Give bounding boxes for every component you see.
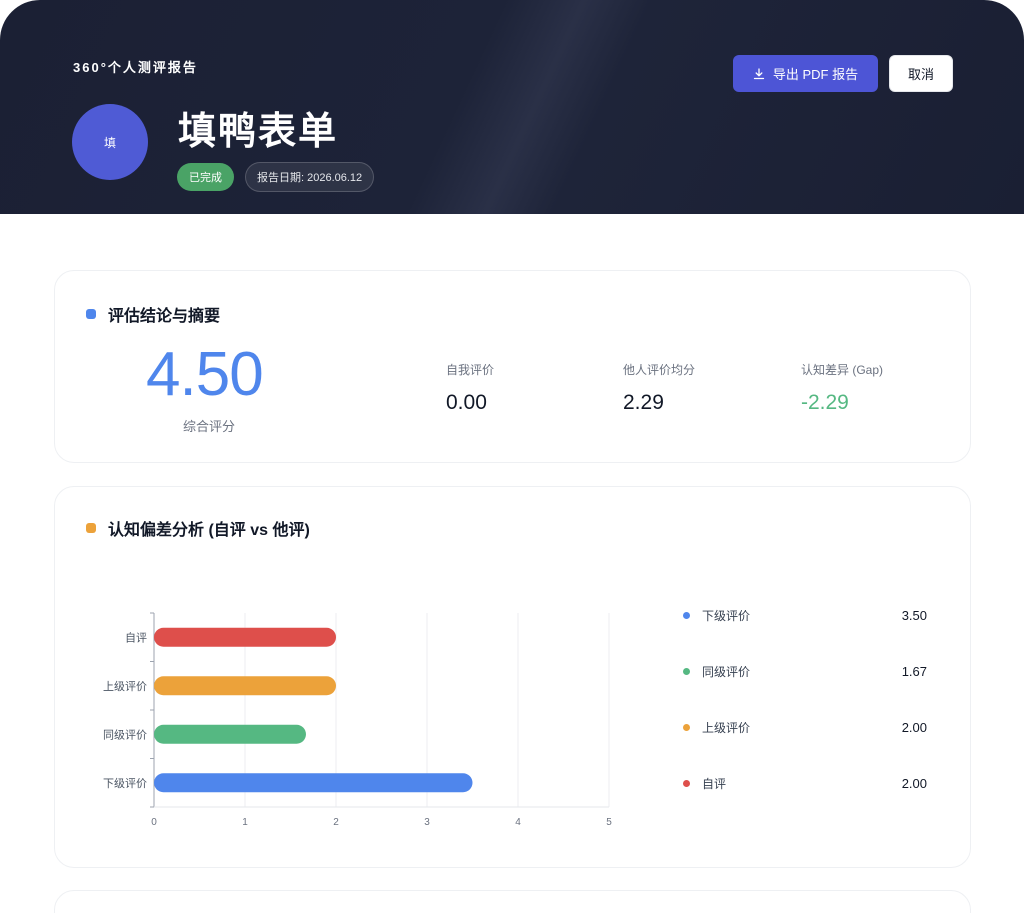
summary-title-text: 评估结论与摘要 xyxy=(108,308,221,325)
legend-item-superior: 上级评价 2.00 xyxy=(683,719,927,736)
category-label: 下级评价 xyxy=(103,777,147,790)
metric-label: 他人评价均分 xyxy=(623,363,696,377)
x-tick-label: 0 xyxy=(151,817,157,828)
metric-value: 0.00 xyxy=(446,391,487,414)
status-badge-label: 已完成 xyxy=(189,172,222,184)
x-tick-label: 4 xyxy=(515,817,521,828)
category-label: 同级评价 xyxy=(103,728,147,741)
cancel-label: 取消 xyxy=(907,67,934,82)
legend-dot xyxy=(683,780,690,787)
bar xyxy=(154,676,336,696)
export-pdf-label: 导出 PDF 报告 xyxy=(772,67,859,82)
metric-value: -2.29 xyxy=(801,391,849,414)
metric-others-average: 他人评价均分 2.29 xyxy=(623,361,695,415)
legend-item-self: 自评 2.00 xyxy=(683,775,927,792)
legend-value: 2.00 xyxy=(901,720,927,735)
report-date-badge: 报告日期: 2026.06.12 xyxy=(245,162,375,192)
export-pdf-button[interactable]: 导出 PDF 报告 xyxy=(733,55,878,92)
legend-item-subordinate: 下级评价 3.50 xyxy=(683,607,927,624)
summary-title: 评估结论与摘要 xyxy=(86,302,220,326)
metric-value: 2.29 xyxy=(623,391,664,414)
metric-gap: 认知差异 (Gap) -2.29 xyxy=(801,361,883,415)
report-date-label: 报告日期: 2026.06.12 xyxy=(257,172,363,184)
report-type-label: 360°个人测评报告 xyxy=(73,60,198,75)
summary-card: 评估结论与摘要 4.50 综合评分 自我评价 0.00 他人评价均分 2.29 … xyxy=(54,270,971,463)
legend-name: 下级评价 xyxy=(702,609,751,623)
bias-analysis-card: 认知偏差分析 (自评 vs 他评) 自评 上级评价 同级评价 下级评价 0 1 2 3 4 5 下… xyxy=(54,486,971,868)
overall-score: 4.50 xyxy=(146,340,264,409)
legend-item-peer: 同级评价 1.67 xyxy=(683,663,927,680)
overall-score-label: 综合评分 xyxy=(183,419,236,434)
x-tick-label: 2 xyxy=(333,817,339,828)
bias-title: 认知偏差分析 (自评 vs 他评) xyxy=(86,516,310,540)
metric-self-score: 自我评价 0.00 xyxy=(446,361,494,415)
bar xyxy=(154,724,306,744)
cancel-button[interactable]: 取消 xyxy=(889,55,953,92)
legend-value: 2.00 xyxy=(901,776,927,791)
legend-name: 上级评价 xyxy=(702,721,751,735)
bar xyxy=(154,773,473,793)
next-section-card xyxy=(54,890,971,913)
x-tick-label: 3 xyxy=(424,817,430,828)
legend-name: 同级评价 xyxy=(702,665,751,679)
bias-title-text: 认知偏差分析 (自评 vs 他评) xyxy=(108,522,310,539)
bias-title-dot xyxy=(86,523,96,533)
report-header: 360°个人测评报告 填 填鸭表单 已完成 报告日期: 2026.06.12 导… xyxy=(0,0,1024,214)
category-label: 上级评价 xyxy=(103,680,147,693)
legend-value: 3.50 xyxy=(901,608,927,623)
page-title: 填鸭表单 xyxy=(178,111,339,153)
metric-label: 认知差异 (Gap) xyxy=(801,363,884,377)
avatar-text: 填 xyxy=(103,135,116,150)
status-badge: 已完成 xyxy=(177,163,234,191)
legend-dot xyxy=(683,724,690,731)
legend-dot xyxy=(683,612,690,619)
avatar: 填 xyxy=(72,104,148,180)
bar xyxy=(154,627,336,647)
legend-name: 自评 xyxy=(702,777,727,791)
legend-value: 1.67 xyxy=(901,664,927,679)
bias-bar-chart: 自评上级评价同级评价下级评价 0 1 2 3 4 5 xyxy=(103,612,612,828)
x-tick-label: 5 xyxy=(606,817,612,828)
summary-title-dot xyxy=(86,309,96,319)
legend-dot xyxy=(683,668,690,675)
x-tick-label: 1 xyxy=(242,817,248,828)
category-label: 自评 xyxy=(125,631,147,644)
metric-label: 自我评价 xyxy=(446,363,495,377)
download-icon xyxy=(753,67,765,79)
